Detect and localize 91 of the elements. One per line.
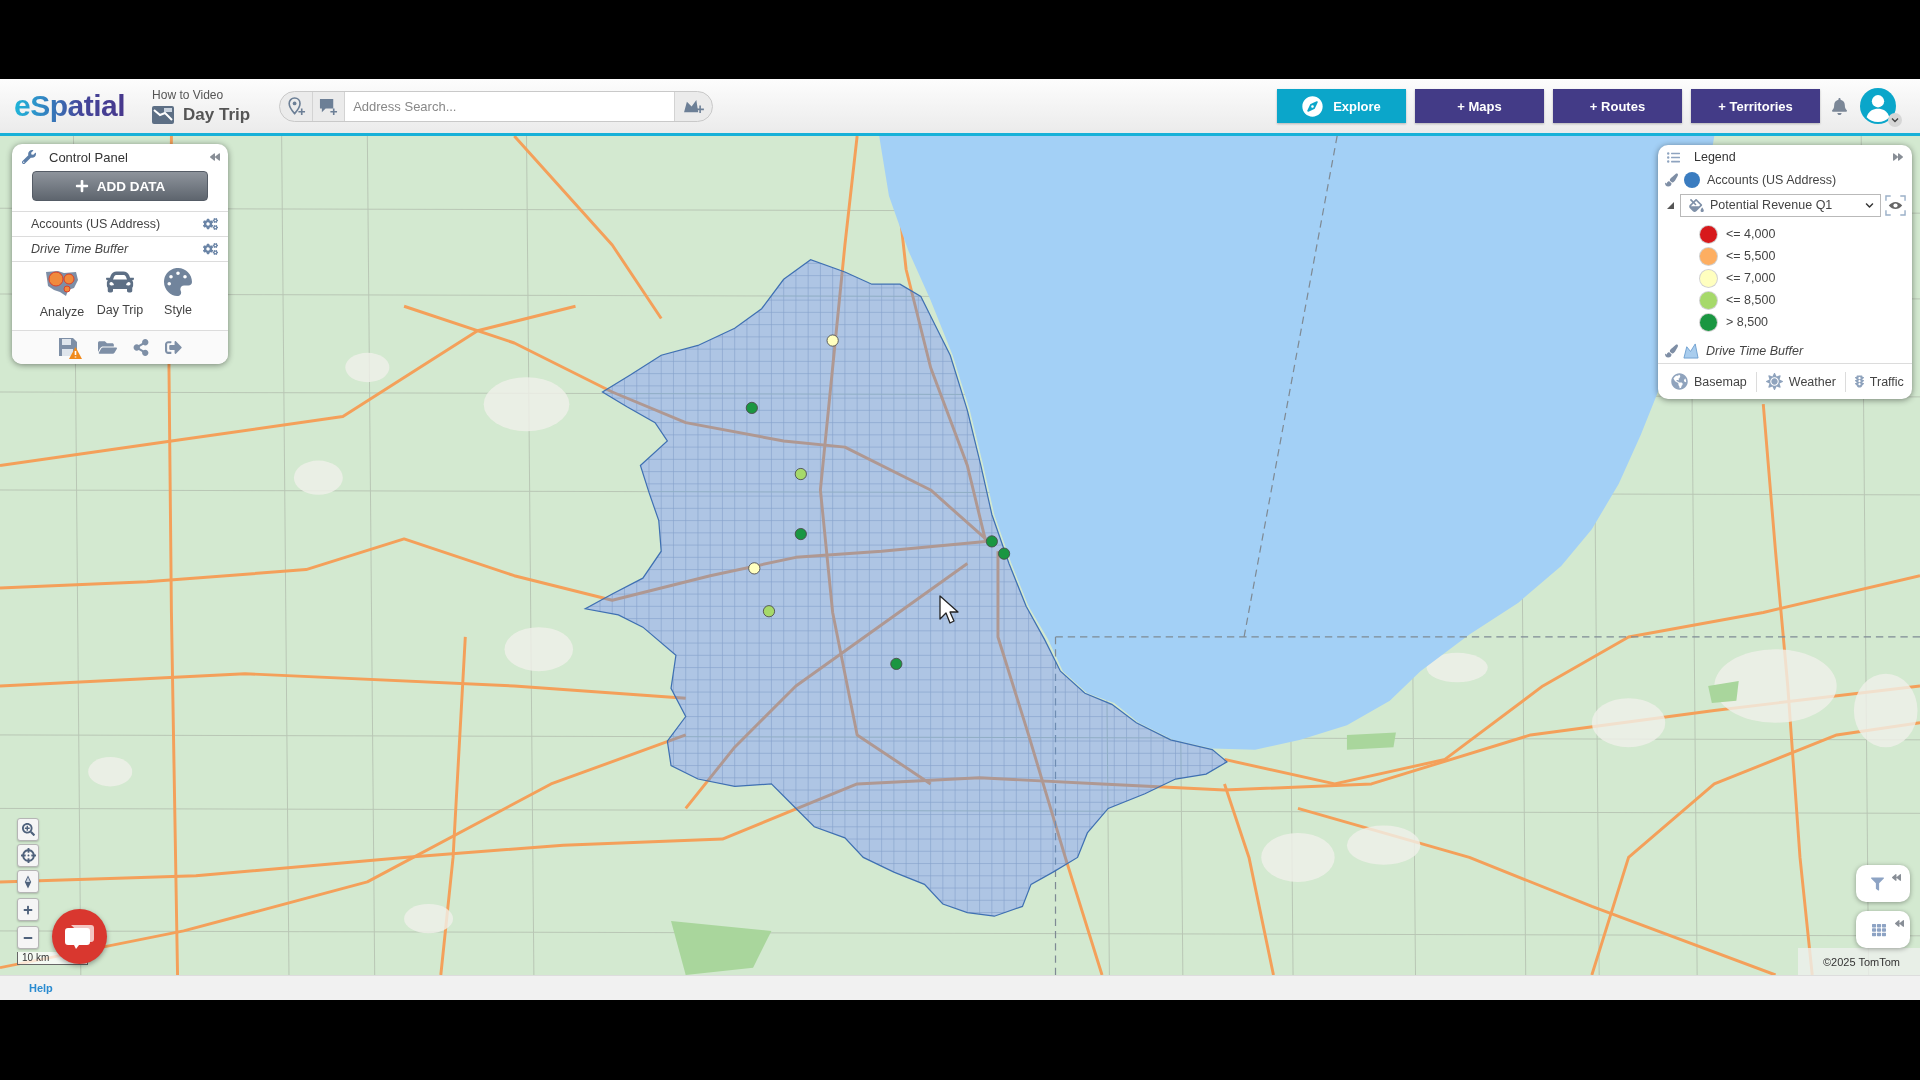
map-marker-icon[interactable]	[826, 334, 839, 347]
traffic-light-icon	[1854, 373, 1864, 390]
range-label: > 8,500	[1726, 315, 1769, 329]
polygon-icon	[1683, 343, 1699, 359]
chat-bubbles-icon	[64, 923, 95, 950]
range-label: <= 8,500	[1726, 293, 1776, 307]
range-label: <= 5,500	[1726, 249, 1776, 263]
park-area	[1708, 681, 1739, 704]
sun-icon	[1765, 373, 1783, 390]
compass-icon	[1302, 95, 1324, 117]
map-marker-icon[interactable]	[762, 605, 776, 618]
map-marker-icon[interactable]	[794, 528, 807, 541]
grid-icon	[1871, 922, 1887, 937]
page-title: Day Trip	[183, 104, 251, 125]
layer-tool-button[interactable]: Traffic	[1854, 373, 1904, 390]
urban-area	[88, 757, 133, 787]
tool-button[interactable]: Style	[149, 268, 207, 320]
cursor-icon	[939, 595, 959, 625]
palette-icon	[164, 268, 192, 296]
layer-name: Drive Time Buffer	[1706, 344, 1804, 358]
tool-button[interactable]: Day Trip	[91, 268, 149, 320]
wrench-icon	[22, 150, 36, 164]
pin-plus-icon	[286, 96, 306, 116]
folder-icon[interactable]	[98, 339, 117, 356]
plus-icon	[23, 904, 33, 915]
address-search-field[interactable]: Address Search...	[345, 91, 675, 121]
layer-tool-button[interactable]: Basemap	[1671, 373, 1747, 390]
globe-icon	[1671, 373, 1688, 390]
legend-title: Legend	[1694, 150, 1736, 164]
urban-area	[404, 903, 454, 934]
map-marker-icon[interactable]	[985, 535, 998, 548]
disclosure-triangle-icon[interactable]	[1667, 201, 1674, 209]
chevron-down-icon	[1865, 200, 1874, 210]
tool-button[interactable]: Analyze	[33, 268, 91, 320]
drive-time-area[interactable]	[583, 259, 1228, 917]
collapse-icon	[1895, 919, 1904, 928]
paint-brush-icon[interactable]	[1665, 344, 1678, 358]
add-button[interactable]: + Territories	[1691, 89, 1820, 123]
exit-icon[interactable]	[165, 339, 182, 356]
layer-name[interactable]: Drive Time Buffer	[31, 242, 129, 256]
filter-panel-button[interactable]	[1856, 865, 1910, 902]
zoom-in-button[interactable]	[17, 898, 39, 921]
urban-area	[504, 627, 574, 672]
north-arrow-icon	[24, 874, 32, 889]
add-button[interactable]: + Maps	[1415, 89, 1544, 123]
map-marker-icon[interactable]	[890, 657, 903, 670]
magnifier-icon	[21, 823, 35, 836]
panel-title: Control Panel	[49, 149, 128, 165]
bell-icon[interactable]	[1832, 97, 1847, 115]
table-panel-button[interactable]	[1856, 911, 1910, 948]
layer-name[interactable]: Accounts (US Address)	[31, 217, 161, 231]
filter-icon	[1871, 876, 1884, 891]
collapse-icon	[1892, 873, 1901, 882]
map-marker-icon[interactable]	[794, 468, 807, 481]
eye-icon[interactable]	[1885, 194, 1906, 216]
share-icon[interactable]	[133, 339, 149, 356]
avatar-icon[interactable]	[1860, 88, 1896, 124]
map-marker-icon[interactable]	[998, 547, 1011, 560]
settings-icon[interactable]	[203, 217, 218, 231]
north-button[interactable]	[17, 870, 39, 893]
urban-area	[293, 460, 343, 495]
crosshair-icon	[20, 848, 36, 863]
map-marker-icon[interactable]	[745, 401, 758, 414]
list-icon	[1666, 150, 1681, 164]
locate-button[interactable]	[17, 844, 39, 867]
urban-area	[1426, 652, 1488, 683]
range-label: <= 7,000	[1726, 271, 1776, 285]
add-button[interactable]: + Routes	[1553, 89, 1682, 123]
paint-bucket-icon	[1689, 198, 1704, 212]
map-attribution: ©2025 TomTom	[1798, 948, 1920, 975]
expand-icon[interactable]	[1893, 152, 1903, 162]
map-circles-icon	[44, 268, 80, 298]
add-data-button[interactable]: ADD DATA	[32, 171, 208, 201]
plus-icon	[74, 179, 89, 193]
settings-icon[interactable]	[203, 242, 218, 256]
zoom-out-button[interactable]	[17, 926, 39, 949]
save-warning-icon[interactable]	[58, 336, 82, 359]
range-label: <= 4,000	[1726, 227, 1776, 241]
map-icon	[152, 105, 175, 124]
urban-area	[345, 352, 390, 383]
video-label: How to Video	[152, 87, 225, 102]
layer-tool-button[interactable]: Weather	[1765, 373, 1836, 390]
park-area	[1346, 732, 1396, 750]
layer-name: Accounts (US Address)	[1707, 173, 1837, 187]
paint-brush-icon[interactable]	[1665, 173, 1678, 187]
chevron-down-icon[interactable]	[1888, 113, 1902, 127]
map-marker-icon[interactable]	[748, 562, 761, 575]
comment-plus-icon	[319, 96, 339, 116]
zoom-box-button[interactable]	[17, 818, 39, 841]
style-field-select[interactable]: Potential Revenue Q1	[1680, 193, 1881, 217]
collapse-icon[interactable]	[210, 152, 220, 162]
